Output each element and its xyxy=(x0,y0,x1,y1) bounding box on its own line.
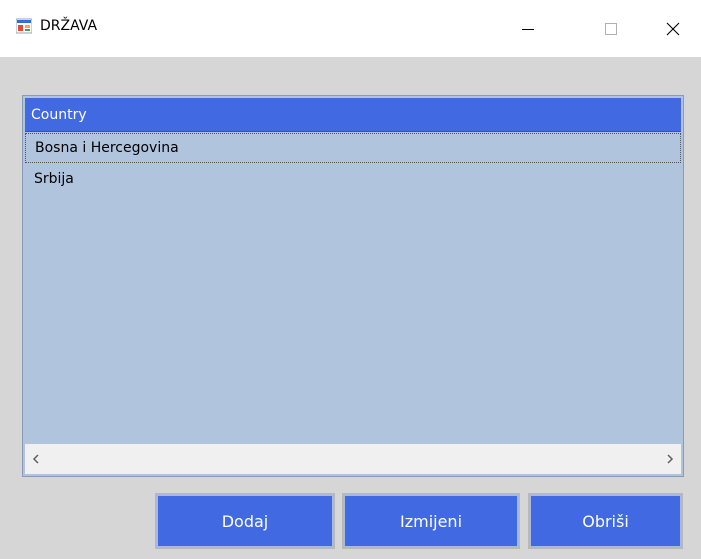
maximize-icon xyxy=(605,22,617,35)
window-title: DRŽAVA xyxy=(40,18,98,34)
form-app-icon xyxy=(16,18,32,34)
scroll-left-button[interactable] xyxy=(25,444,47,474)
country-list-view[interactable]: Country Bosna i Hercegovina Srbija xyxy=(22,95,684,477)
scrollbar-track[interactable] xyxy=(49,452,657,466)
list-item[interactable]: Bosna i Hercegovina xyxy=(25,133,681,163)
add-button[interactable]: Dodaj xyxy=(155,493,335,549)
close-icon xyxy=(666,22,680,35)
delete-button[interactable]: Obriši xyxy=(528,493,683,549)
close-button[interactable] xyxy=(645,0,701,57)
chevron-left-icon xyxy=(32,454,39,464)
title-bar[interactable]: DRŽAVA xyxy=(0,0,701,57)
maximize-button[interactable] xyxy=(583,0,639,57)
chevron-right-icon xyxy=(667,454,674,464)
minimize-icon xyxy=(522,28,534,30)
horizontal-scrollbar[interactable] xyxy=(25,444,681,474)
list-item[interactable]: Srbija xyxy=(25,165,681,195)
scroll-right-button[interactable] xyxy=(659,444,681,474)
minimize-button[interactable] xyxy=(500,0,556,57)
app-window: DRŽAVA Country Bosna i Hercegovina Srbij… xyxy=(0,0,701,559)
edit-button[interactable]: Izmijeni xyxy=(342,493,520,549)
column-header-country[interactable]: Country xyxy=(25,98,681,132)
